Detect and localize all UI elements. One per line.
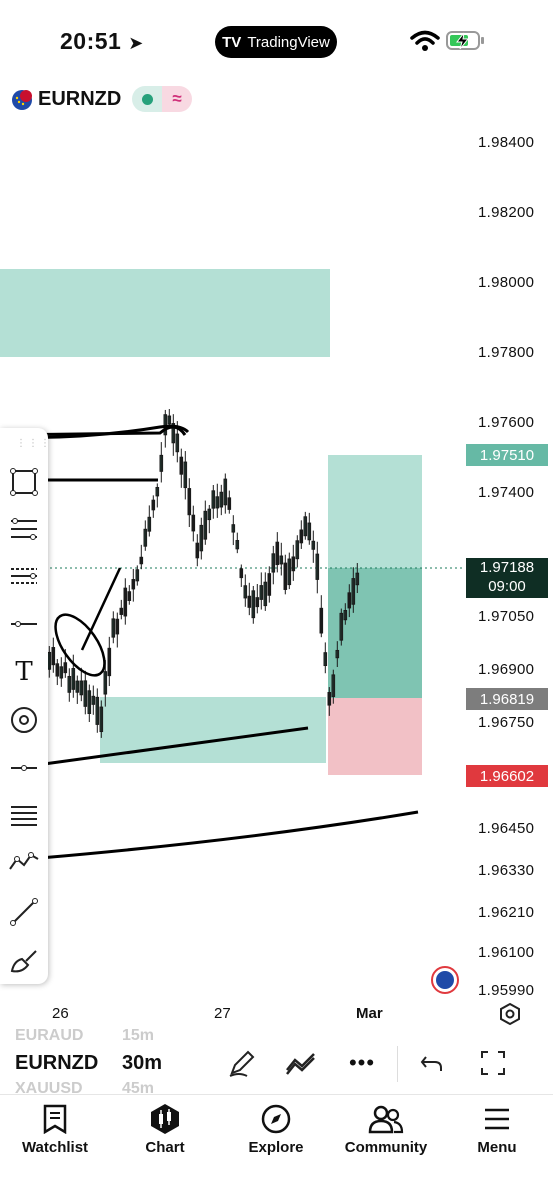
price-axis-label: 1.98000: [478, 274, 535, 291]
symbol-selector[interactable]: EURNZD: [15, 1052, 98, 1075]
status-time: 20:51 ➤: [60, 28, 144, 54]
toolbar-divider: [397, 1046, 398, 1082]
location-arrow-icon: ➤: [128, 33, 144, 53]
menu-icon: [485, 1108, 509, 1130]
current-price-tag: 1.97188 09:00: [466, 558, 548, 598]
market-status-pill[interactable]: ≈: [132, 86, 192, 112]
time-label: 27: [214, 1005, 231, 1022]
parallel-channel-icon[interactable]: [6, 798, 42, 834]
nav-menu[interactable]: Menu: [442, 1102, 552, 1156]
ray-tool-icon[interactable]: [6, 750, 42, 786]
drawing-toolbar: ⋮⋮⋮ T: [0, 428, 50, 984]
pattern-tool-icon[interactable]: [6, 844, 42, 880]
take-profit-tag: 1.97510: [466, 444, 548, 466]
price-axis-label: 1.97600: [478, 414, 535, 431]
text-tool-icon[interactable]: T: [6, 654, 42, 690]
trendline-icon[interactable]: [6, 894, 42, 930]
nav-watchlist[interactable]: Watchlist: [0, 1102, 110, 1156]
chart-settings-icon[interactable]: [498, 1002, 522, 1026]
time-label: Mar: [356, 1005, 383, 1022]
nav-explore[interactable]: Explore: [221, 1102, 331, 1156]
indicators-icon[interactable]: [285, 1048, 317, 1078]
position-stop-zone: [328, 698, 422, 775]
price-axis-label: 1.96330: [478, 862, 535, 879]
supply-zone: [0, 269, 330, 357]
horizontal-line-icon[interactable]: [6, 606, 42, 642]
nav-divider: [0, 1094, 553, 1095]
drawn-trendline: [80, 567, 122, 651]
drag-handle-icon[interactable]: ⋮⋮⋮: [16, 438, 52, 449]
battery-charging-icon: [446, 31, 484, 50]
more-icon[interactable]: •••: [346, 1048, 378, 1078]
circle-tool-icon[interactable]: [6, 702, 42, 738]
currency-flag-icon: [12, 90, 32, 110]
symbol-title[interactable]: EURNZD: [38, 88, 121, 111]
price-axis-label: 1.96450: [478, 820, 535, 837]
time-label: 26: [52, 1005, 69, 1022]
nav-chart[interactable]: Chart: [110, 1102, 220, 1156]
price-axis-label: 1.98400: [478, 134, 535, 151]
community-icon: [368, 1105, 404, 1134]
fib-tool-icon[interactable]: [6, 512, 42, 548]
price-axis-label: 1.97050: [478, 608, 535, 625]
tradingview-logo-icon: TV: [222, 33, 242, 51]
nav-community[interactable]: Community: [331, 1102, 441, 1156]
symbol-next[interactable]: XAUUSD: [15, 1080, 83, 1098]
tradingview-pill[interactable]: TV TradingView: [215, 26, 337, 58]
price-axis-label: 1.97400: [478, 484, 535, 501]
wifi-icon: [410, 30, 440, 51]
brush-tool-icon[interactable]: [6, 942, 42, 978]
undo-icon[interactable]: [416, 1048, 448, 1078]
drawn-curve-bottom: [39, 810, 419, 860]
interval-prev[interactable]: 15m: [122, 1027, 154, 1045]
position-tool-icon[interactable]: [6, 558, 42, 594]
market-open-dot-icon: [141, 93, 153, 105]
delayed-data-icon: ≈: [162, 86, 192, 112]
price-axis-label: 1.97800: [478, 344, 535, 361]
price-chart[interactable]: [0, 120, 465, 1000]
interval-selector[interactable]: 30m: [122, 1052, 162, 1075]
watchlist-icon: [43, 1104, 67, 1134]
fullscreen-icon[interactable]: [477, 1048, 509, 1078]
chart-icon: [151, 1104, 179, 1134]
compass-icon: [261, 1104, 291, 1134]
stop-loss-tag: 1.96602: [466, 765, 548, 787]
rectangle-tool-icon[interactable]: [6, 464, 42, 500]
symbol-prev[interactable]: EURAUD: [15, 1027, 83, 1045]
position-target-zone: [328, 455, 422, 568]
price-axis-label: 1.95990: [478, 982, 535, 999]
pen-icon[interactable]: [226, 1048, 258, 1078]
bar-countdown: 09:00: [488, 578, 526, 595]
entry-price-tag: 1.96819: [466, 688, 548, 710]
price-axis-label: 1.96210: [478, 904, 535, 921]
price-axis-label: 1.98200: [478, 204, 535, 221]
price-axis-label: 1.96100: [478, 944, 535, 961]
interval-next[interactable]: 45m: [122, 1080, 154, 1098]
price-axis-label: 1.96750: [478, 714, 535, 731]
price-axis-label: 1.96900: [478, 661, 535, 678]
candlesticks: [47, 409, 360, 738]
